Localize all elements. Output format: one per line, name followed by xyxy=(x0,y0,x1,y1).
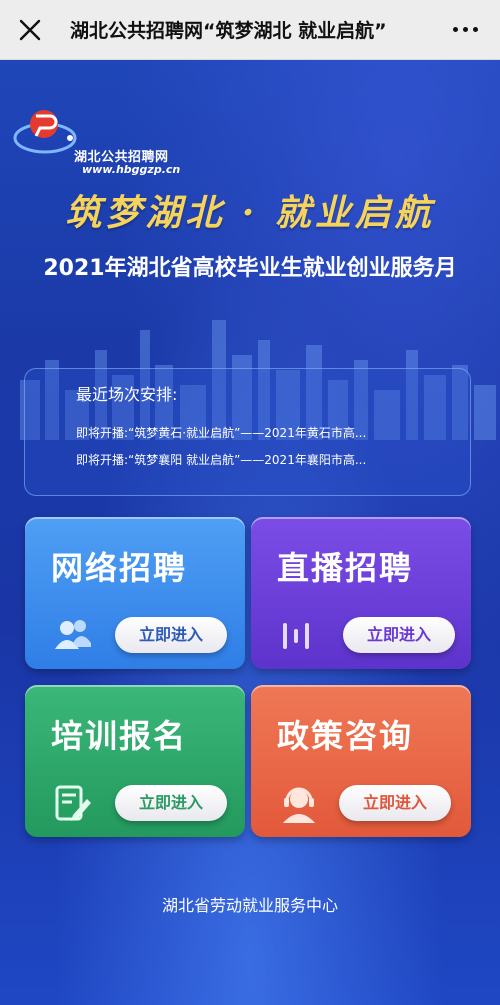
notice-item[interactable]: 即将开播:“筑梦襄阳 就业启航”——2021年襄阳市高... xyxy=(76,451,366,468)
more-options-button[interactable] xyxy=(430,0,500,60)
site-logo[interactable]: 湖北公共招聘网 www.hbggzp.cn xyxy=(12,96,212,176)
logo-url: www.hbggzp.cn xyxy=(82,163,181,176)
footer-organization: 湖北省劳动就业服务中心 xyxy=(161,896,338,915)
event-title: 2021年湖北省高校毕业生就业创业服务月 xyxy=(43,256,457,281)
slogan-heading: 筑梦湖北 · 就业启航 xyxy=(65,192,435,234)
top-navigation-bar: 湖北公共招聘网“筑梦湖北 就业启航” xyxy=(0,0,500,60)
enter-button[interactable]: 立即进入 xyxy=(115,785,227,821)
online-recruitment-card[interactable]: 网络招聘 立即进入 xyxy=(25,517,245,669)
training-registration-card[interactable]: 培训报名 立即进入 xyxy=(25,685,245,837)
enter-button[interactable]: 立即进入 xyxy=(339,785,451,821)
more-icon xyxy=(452,27,458,32)
landing-page: 湖北公共招聘网 www.hbggzp.cn 筑梦湖北 · 就业启航 2021年湖… xyxy=(0,60,500,1005)
users-icon xyxy=(55,620,91,649)
schedule-notice-panel: 最近场次安排: 即将开播:“筑梦黄石·就业启航”——2021年黄石市高... 即… xyxy=(24,368,471,496)
page-title: 湖北公共招聘网“筑梦湖北 就业启航” xyxy=(70,20,387,42)
close-icon xyxy=(19,19,41,40)
edit-document-icon xyxy=(55,785,91,821)
card-title: 网络招聘 xyxy=(51,549,188,587)
card-title: 直播招聘 xyxy=(277,549,414,587)
notice-heading: 最近场次安排: xyxy=(76,385,178,404)
live-audio-icon xyxy=(283,623,309,649)
live-recruitment-card[interactable]: 直播招聘 立即进入 xyxy=(251,517,471,669)
enter-button[interactable]: 立即进入 xyxy=(115,617,227,653)
card-title: 培训报名 xyxy=(51,717,188,755)
policy-consultation-card[interactable]: 政策咨询 立即进入 xyxy=(251,685,471,837)
headset-support-icon xyxy=(283,787,315,823)
card-title: 政策咨询 xyxy=(277,717,414,755)
close-button[interactable] xyxy=(0,0,60,60)
logo-emblem-icon xyxy=(13,110,77,154)
notice-item[interactable]: 即将开播:“筑梦黄石·就业启航”——2021年黄石市高... xyxy=(76,424,366,441)
enter-button[interactable]: 立即进入 xyxy=(343,617,455,653)
